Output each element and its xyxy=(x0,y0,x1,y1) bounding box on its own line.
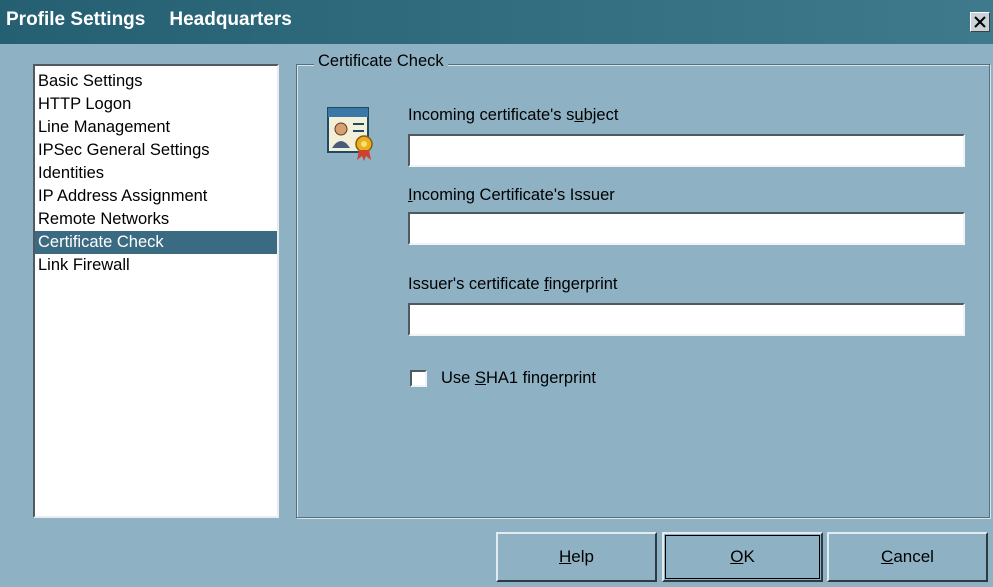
cancel-button-label: Cancel xyxy=(881,547,934,566)
sidebar-item-link-firewall[interactable]: Link Firewall xyxy=(35,254,277,277)
sidebar-item-line-management[interactable]: Line Management xyxy=(35,116,277,139)
certificate-check-group xyxy=(296,64,990,518)
window-subtitle: Headquarters xyxy=(169,9,292,30)
issuer-input[interactable] xyxy=(408,212,965,245)
subject-label: Incoming certificate's subject xyxy=(408,106,619,124)
window-title: Profile Settings xyxy=(6,9,146,30)
issuer-label: Incoming Certificate's Issuer xyxy=(408,186,615,204)
title-bar: Profile Settings Headquarters xyxy=(0,0,993,44)
fingerprint-label: Issuer's certificate fingerprint xyxy=(408,275,618,293)
close-button[interactable] xyxy=(970,12,990,32)
sidebar-item-basic-settings[interactable]: Basic Settings xyxy=(35,70,277,93)
ok-button-label: OK xyxy=(730,547,755,566)
cancel-button[interactable]: Cancel xyxy=(827,532,988,582)
sidebar-item-ipsec-general-settings[interactable]: IPSec General Settings xyxy=(35,139,277,162)
fingerprint-input[interactable] xyxy=(408,303,965,336)
sha1-checkbox[interactable] xyxy=(410,370,427,387)
help-button[interactable]: Help xyxy=(496,532,657,582)
certificate-icon xyxy=(326,104,378,162)
group-title: Certificate Check xyxy=(314,52,448,71)
settings-category-list[interactable]: Basic Settings HTTP Logon Line Managemen… xyxy=(33,64,279,518)
subject-input[interactable] xyxy=(408,134,965,167)
sidebar-item-identities[interactable]: Identities xyxy=(35,162,277,185)
help-button-label: Help xyxy=(559,547,594,566)
sha1-label[interactable]: Use SHA1 fingerprint xyxy=(441,369,596,388)
sidebar-item-ip-address-assignment[interactable]: IP Address Assignment xyxy=(35,185,277,208)
ok-button[interactable]: OK xyxy=(662,532,823,582)
sidebar-item-remote-networks[interactable]: Remote Networks xyxy=(35,208,277,231)
close-icon xyxy=(974,16,986,28)
sidebar-item-certificate-check[interactable]: Certificate Check xyxy=(35,231,277,254)
sidebar-item-http-logon[interactable]: HTTP Logon xyxy=(35,93,277,116)
window-title-text: Profile Settings Headquarters xyxy=(6,9,292,31)
